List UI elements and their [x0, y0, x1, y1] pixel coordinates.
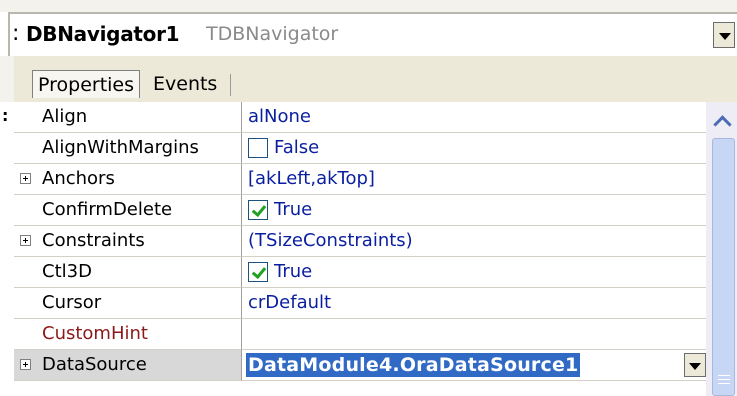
property-value-cell[interactable]: crDefault	[242, 288, 706, 319]
property-value: alNone	[248, 106, 311, 127]
chevron-down-icon	[689, 363, 701, 370]
scroll-thumb[interactable]	[712, 138, 735, 396]
top-strip	[0, 0, 737, 12]
property-value: True	[274, 261, 313, 282]
checked-checkbox-icon[interactable]	[248, 262, 268, 282]
checked-checkbox-icon[interactable]	[248, 200, 268, 220]
property-name-cell: Ctl3D	[14, 257, 242, 288]
thumb-grip-line	[718, 383, 730, 384]
property-value-editor[interactable]: DataModule4.OraDataSource1	[242, 350, 706, 381]
thumb-grip-line	[718, 375, 730, 376]
property-row-cursor[interactable]: Cursor crDefault	[14, 288, 706, 319]
property-name: Align	[42, 106, 88, 127]
expand-plus-icon[interactable]	[20, 173, 31, 184]
scroll-up-button[interactable]	[712, 110, 736, 134]
property-name-cell: Anchors	[14, 164, 242, 195]
property-row-ctl3d[interactable]: Ctl3D True	[14, 257, 706, 288]
property-value-cell[interactable]: True	[242, 195, 706, 226]
property-name: CustomHint	[42, 323, 148, 344]
property-row-datasource[interactable]: DataSource DataModule4.OraDataSource1	[14, 350, 706, 381]
tab-separator	[230, 74, 231, 96]
property-value-cell[interactable]	[242, 319, 706, 350]
property-name: Anchors	[42, 168, 115, 189]
gutter-marker: :	[2, 106, 9, 125]
property-row-confirmdelete[interactable]: ConfirmDelete True	[14, 195, 706, 226]
property-name-cell: AlignWithMargins	[14, 133, 242, 164]
chevron-up-icon	[713, 115, 732, 134]
property-name: Constraints	[42, 230, 145, 251]
expand-plus-icon[interactable]	[20, 359, 31, 370]
property-name-cell: Align	[14, 102, 242, 133]
tab-events[interactable]: Events	[148, 70, 222, 98]
property-name-cell: DataSource	[14, 350, 242, 381]
property-value: crDefault	[248, 292, 332, 313]
property-row-anchors[interactable]: Anchors [akLeft,akTop]	[14, 164, 706, 195]
tab-properties[interactable]: Properties	[32, 70, 141, 98]
property-value-cell[interactable]: False	[242, 133, 706, 164]
component-selector[interactable]: : DBNavigator1 TDBNavigator	[8, 12, 737, 56]
property-value: (TSizeConstraints)	[248, 230, 413, 251]
property-row-constraints[interactable]: Constraints (TSizeConstraints)	[14, 226, 706, 257]
property-value: False	[274, 137, 320, 158]
property-value: [akLeft,akTop]	[248, 168, 375, 189]
property-name-cell: ConfirmDelete	[14, 195, 242, 226]
property-row-align[interactable]: Align alNone	[14, 102, 706, 133]
property-row-alignwithmargins[interactable]: AlignWithMargins False	[14, 133, 706, 164]
chevron-down-icon	[719, 33, 731, 40]
property-name: DataSource	[42, 354, 147, 375]
grid-gutter: :	[0, 102, 14, 396]
tab-bar: Properties Events	[0, 56, 737, 102]
property-name-cell: Constraints	[14, 226, 242, 257]
property-grid: : Align alNone AlignWithMargins False An…	[0, 102, 737, 396]
property-name: Cursor	[42, 292, 102, 313]
component-dropdown-button[interactable]	[713, 22, 735, 48]
property-name: Ctl3D	[42, 261, 92, 282]
property-value-cell[interactable]: alNone	[242, 102, 706, 133]
property-value-cell[interactable]: True	[242, 257, 706, 288]
tab-bar-edge	[0, 56, 14, 102]
property-name-cell: CustomHint	[14, 319, 242, 350]
combo-edge-mark: :	[12, 21, 20, 46]
thumb-grip-line	[718, 379, 730, 380]
property-row-customhint[interactable]: CustomHint	[14, 319, 706, 350]
vertical-scrollbar[interactable]	[706, 102, 737, 396]
property-value-cell[interactable]: [akLeft,akTop]	[242, 164, 706, 195]
property-name-cell: Cursor	[14, 288, 242, 319]
property-name: ConfirmDelete	[42, 199, 173, 220]
component-type: TDBNavigator	[206, 23, 339, 45]
value-dropdown-button[interactable]	[684, 353, 706, 377]
unchecked-checkbox-icon[interactable]	[248, 138, 268, 158]
selected-value-text[interactable]: DataModule4.OraDataSource1	[246, 353, 581, 377]
property-name: AlignWithMargins	[42, 137, 199, 158]
component-name: DBNavigator1	[26, 22, 180, 46]
property-value: True	[274, 199, 313, 220]
property-value-cell[interactable]: (TSizeConstraints)	[242, 226, 706, 257]
expand-plus-icon[interactable]	[20, 235, 31, 246]
